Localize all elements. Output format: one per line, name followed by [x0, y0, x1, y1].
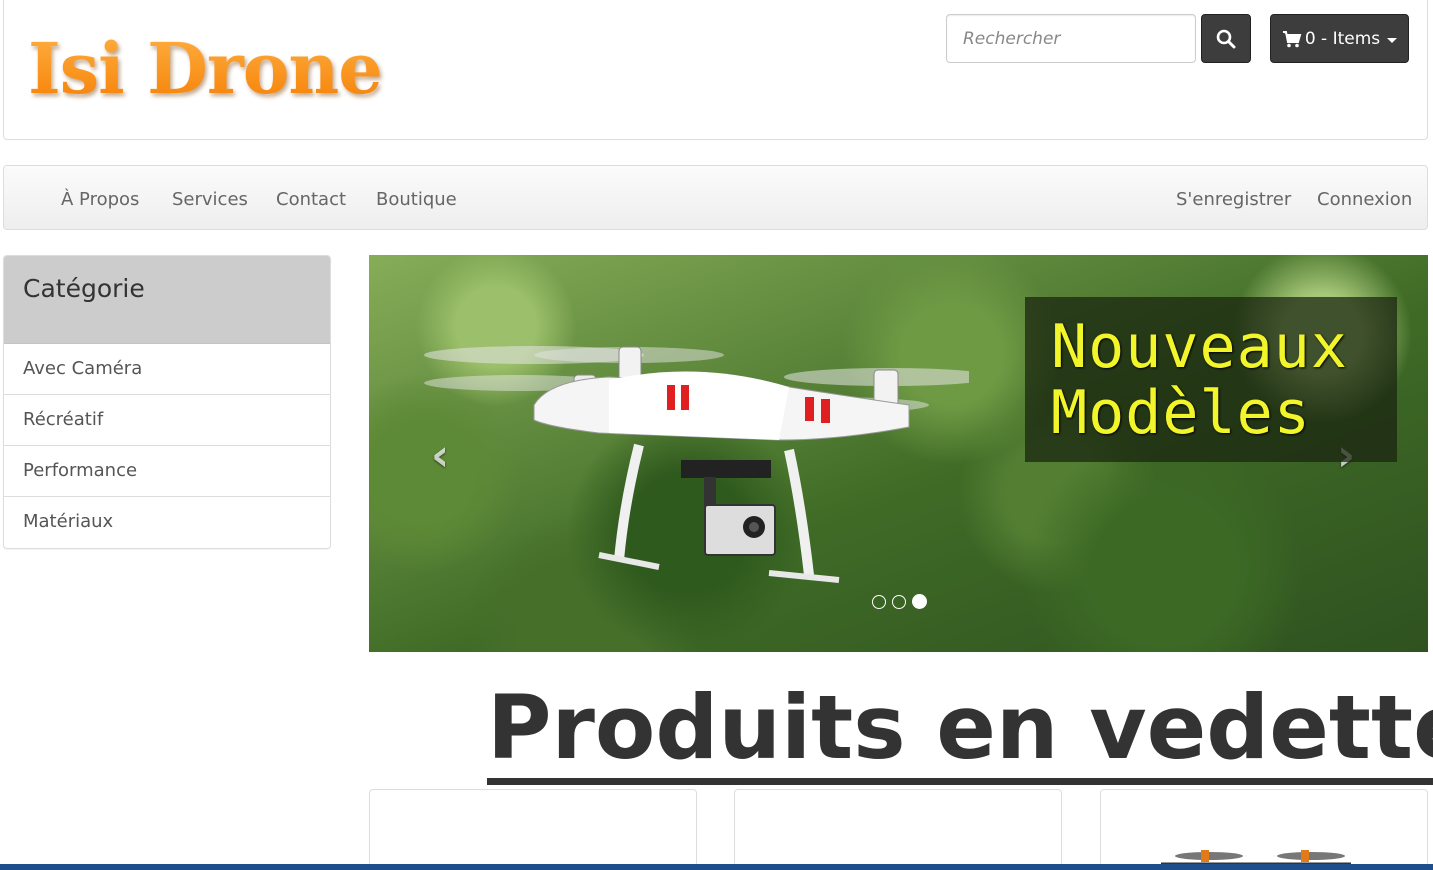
nav-item-services[interactable]: Services [172, 166, 248, 229]
carousel-indicator-3[interactable] [912, 594, 927, 609]
nav-item-register[interactable]: S'enregistrer [1176, 166, 1291, 229]
promo-banner: Nouveaux Modèles [1025, 297, 1397, 462]
carousel-prev-icon[interactable]: ‹ [431, 430, 449, 481]
carousel-indicator-1[interactable] [872, 594, 886, 609]
site-header: Isi Drone 0 - Items [3, 0, 1428, 140]
hero-carousel: ‹ › Nouveaux Modèles [369, 255, 1428, 652]
logo[interactable]: Isi Drone [28, 24, 383, 114]
sidebar-item-avec-camera[interactable]: Avec Caméra [4, 344, 330, 395]
chevron-down-icon [1387, 37, 1398, 43]
sidebar-item-materiaux[interactable]: Matériaux [4, 497, 330, 548]
search-input[interactable] [946, 14, 1196, 63]
sidebar-item-recreatif[interactable]: Récréatif [4, 395, 330, 446]
featured-products-title: Produits en vedette [487, 678, 1433, 785]
cart-label: 0 - Items [1304, 28, 1381, 49]
cart-button[interactable]: 0 - Items [1270, 14, 1409, 63]
drone-image [424, 346, 969, 583]
carousel-indicators [872, 594, 927, 609]
nav-item-contact[interactable]: Contact [276, 166, 346, 229]
main-navbar: À Propos Services Contact Boutique S'enr… [3, 165, 1428, 230]
nav-item-login[interactable]: Connexion [1317, 166, 1412, 229]
product-card[interactable] [369, 789, 697, 870]
product-card[interactable] [1100, 789, 1428, 870]
product-card[interactable] [734, 789, 1062, 870]
promo-line-1: Nouveaux [1051, 312, 1348, 382]
category-sidebar: Catégorie Avec Caméra Récréatif Performa… [3, 255, 331, 549]
promo-line-2: Modèles [1051, 378, 1311, 448]
sidebar-title: Catégorie [4, 256, 330, 344]
search-button[interactable] [1201, 14, 1251, 63]
nav-item-boutique[interactable]: Boutique [376, 166, 457, 229]
nav-item-a-propos[interactable]: À Propos [61, 166, 139, 229]
carousel-indicator-2[interactable] [892, 594, 906, 609]
shopping-cart-icon [1282, 30, 1302, 47]
sidebar-item-performance[interactable]: Performance [4, 446, 330, 497]
search-icon [1216, 29, 1236, 48]
drone-thumbnail [1161, 850, 1351, 866]
bottom-bar [0, 864, 1433, 870]
